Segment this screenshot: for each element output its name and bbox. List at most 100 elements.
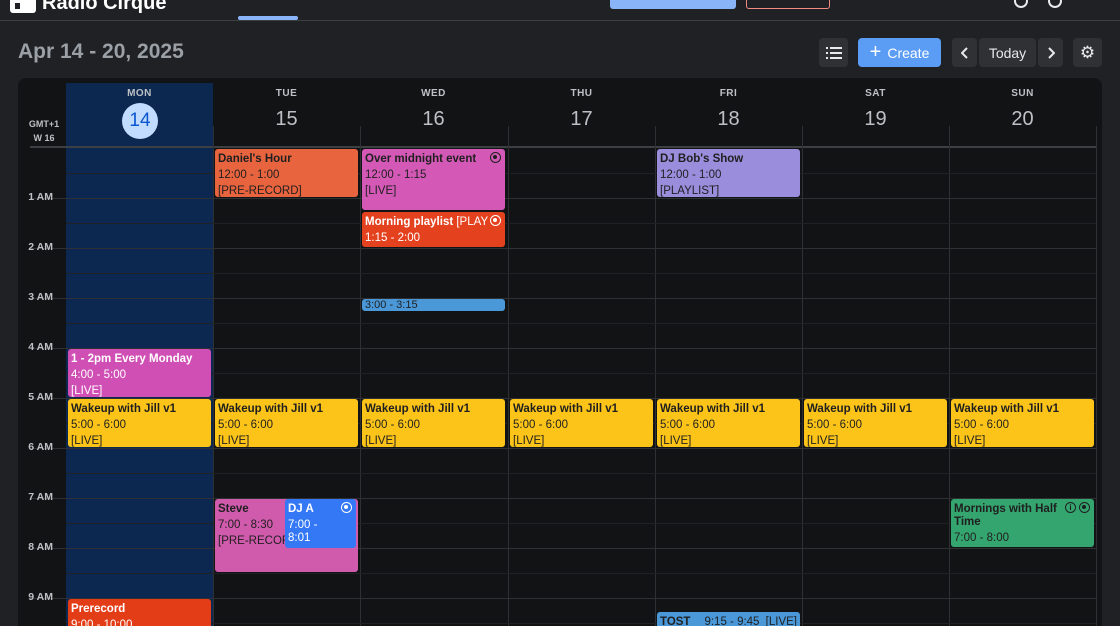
record-icon (341, 502, 352, 513)
nav-tab-active-indicator[interactable] (238, 16, 298, 20)
calendar-event[interactable]: 3:00 - 3:15 (362, 299, 505, 311)
day-header-sat[interactable]: SAT 19 (802, 78, 949, 146)
event-title: Wakeup with Jill v1 (218, 403, 324, 415)
top-primary-button[interactable] (610, 0, 736, 9)
calendar-event[interactable]: Wakeup with Jill v1 5:00 - 6:00 [LIVE] (804, 399, 947, 447)
day-name: TUE (275, 88, 298, 99)
day-name: WED (421, 88, 446, 99)
event-time: 9:00 - 10:00 (71, 619, 133, 626)
help-icon[interactable] (1014, 0, 1028, 8)
hour-line (30, 298, 1096, 299)
hour-line (30, 248, 1096, 249)
day-number[interactable]: 15 (213, 108, 360, 131)
hour-label: 7 AM (28, 491, 53, 503)
day-number[interactable]: 14 (122, 103, 158, 139)
list-view-button[interactable] (819, 38, 848, 67)
day-header-thu[interactable]: THU 17 (508, 78, 655, 146)
calendar-event[interactable]: Over midnight event 12:00 - 1:15 [LIVE] (362, 149, 505, 210)
event-title: Wakeup with Jill v1 (71, 403, 177, 415)
event-tag: [PLAY (453, 215, 489, 228)
day-name: SUN (1011, 88, 1034, 99)
day-header-sun[interactable]: SUN 20 (949, 78, 1096, 146)
event-title: Wakeup with Jill v1 (807, 403, 913, 415)
event-tag: [LIVE] (218, 435, 250, 447)
event-time: 5:00 - 6:00 (218, 419, 273, 431)
hour-label: 4 AM (28, 341, 53, 353)
event-title: Morning playlist [PLAY (365, 215, 489, 228)
calendar-event[interactable]: Wakeup with Jill v1 5:00 - 6:00 [LIVE] (68, 399, 211, 447)
top-live-button[interactable] (746, 0, 830, 9)
calendar-event[interactable]: 1 - 2pm Every Monday 4:00 - 5:00 [LIVE] (68, 349, 211, 397)
event-tag: [PRE-RECORD] (218, 185, 302, 197)
hour-label: 8 AM (28, 541, 53, 553)
chevron-left-icon (960, 46, 968, 59)
calendar-event[interactable]: Prerecord 9:00 - 10:00 (68, 599, 211, 626)
day-divider (213, 126, 214, 626)
day-divider (1096, 126, 1097, 626)
day-number[interactable]: 17 (508, 108, 655, 131)
calendar-event[interactable]: Wakeup with Jill v1 5:00 - 6:00 [LIVE] (215, 399, 358, 447)
event-time: 3:00 - 3:15 (365, 299, 418, 311)
today-button[interactable]: Today (979, 38, 1036, 67)
event-time: 1:15 - 2:00 (365, 231, 420, 244)
day-number[interactable]: 16 (360, 108, 507, 131)
calendar-event[interactable]: Wakeup with Jill v1 5:00 - 6:00 [LIVE] (362, 399, 505, 447)
day-number[interactable]: 19 (802, 108, 949, 131)
hour-line (30, 498, 1096, 499)
event-tag: [LIVE] (660, 435, 692, 447)
week-number: W 16 (33, 133, 55, 143)
record-icon (1079, 502, 1090, 513)
event-title: Wakeup with Jill v1 (954, 403, 1060, 415)
event-tag: [LIVE] (71, 435, 103, 447)
event-tag: [LIVE] (365, 185, 397, 197)
create-label: Create (887, 44, 930, 61)
calendar-event[interactable]: Wakeup with Jill v1 5:00 - 6:00 [LIVE] (951, 399, 1094, 447)
app-name: Radio Cirque (42, 0, 167, 14)
gear-icon: ⚙ (1079, 42, 1096, 62)
logo-icon (10, 0, 36, 13)
event-time: 12:00 - 1:00 (218, 169, 280, 181)
top-nav-bar: Radio Cirque (0, 0, 1120, 21)
next-week-button[interactable] (1038, 38, 1063, 67)
hour-line (30, 548, 1096, 549)
header-separator (30, 146, 1096, 148)
calendar-event[interactable]: Morning playlist [PLAY 1:15 - 2:00 (362, 211, 505, 247)
timezone-label: GMT+1 W 16 (28, 117, 60, 145)
day-number[interactable]: 20 (949, 108, 1096, 131)
hour-label: 2 AM (28, 241, 53, 253)
hour-label: 9 AM (28, 591, 53, 603)
event-title: Wakeup with Jill v1 (365, 403, 471, 415)
app-window: Radio Cirque Apr 14 - 20, 2025 + Create … (0, 0, 1120, 626)
day-divider (508, 126, 509, 626)
app-logo[interactable]: Radio Cirque (10, 0, 166, 15)
day-header-wed[interactable]: WED 16 (360, 78, 507, 146)
calendar-event[interactable]: DJ Bob's Show 12:00 - 1:00 [PLAYLIST] (657, 149, 800, 197)
event-time: 5:00 - 6:00 (513, 419, 568, 431)
week-calendar: GMT+1 W 16 MON 14 TUE 15 WED 16 THU 17 FRI 18 SAT 1… (18, 78, 1102, 626)
day-header-tue[interactable]: TUE 15 (213, 78, 360, 146)
hour-line (30, 448, 1096, 449)
half-hour-line (66, 223, 1096, 224)
calendar-event[interactable]: TOST 9:15 - 9:45 [LIVE] (657, 611, 800, 626)
calendar-event[interactable]: DJ A 7:00 -8:01 (285, 499, 356, 548)
notifications-icon[interactable] (1082, 0, 1096, 8)
calendar-event[interactable]: Mornings with Half Time 7:00 - 8:00 i (951, 499, 1094, 547)
chevron-right-icon (1047, 46, 1055, 59)
day-header-fri[interactable]: FRI 18 (655, 78, 802, 146)
calendar-event[interactable]: Wakeup with Jill v1 5:00 - 6:00 [LIVE] (657, 399, 800, 447)
record-icon (490, 214, 501, 226)
event-tag: [LIVE] (365, 435, 397, 447)
date-range-title: Apr 14 - 20, 2025 (18, 40, 184, 63)
plus-icon: + (869, 40, 882, 63)
event-title: Over midnight event (365, 153, 477, 165)
calendar-event[interactable]: Daniel's Hour 12:00 - 1:00 [PRE-RECORD] (215, 149, 358, 197)
previous-week-button[interactable] (952, 38, 977, 67)
account-icon[interactable] (1048, 0, 1062, 8)
calendar-event[interactable]: Wakeup with Jill v1 5:00 - 6:00 [LIVE] (510, 399, 653, 447)
day-header-mon[interactable]: MON 14 (66, 78, 213, 146)
create-button[interactable]: + Create (858, 38, 941, 67)
day-number[interactable]: 18 (655, 108, 802, 131)
settings-button[interactable]: ⚙ (1073, 38, 1102, 67)
event-time: 12:00 - 1:00 (660, 169, 722, 181)
user-icon[interactable] (968, 0, 982, 8)
